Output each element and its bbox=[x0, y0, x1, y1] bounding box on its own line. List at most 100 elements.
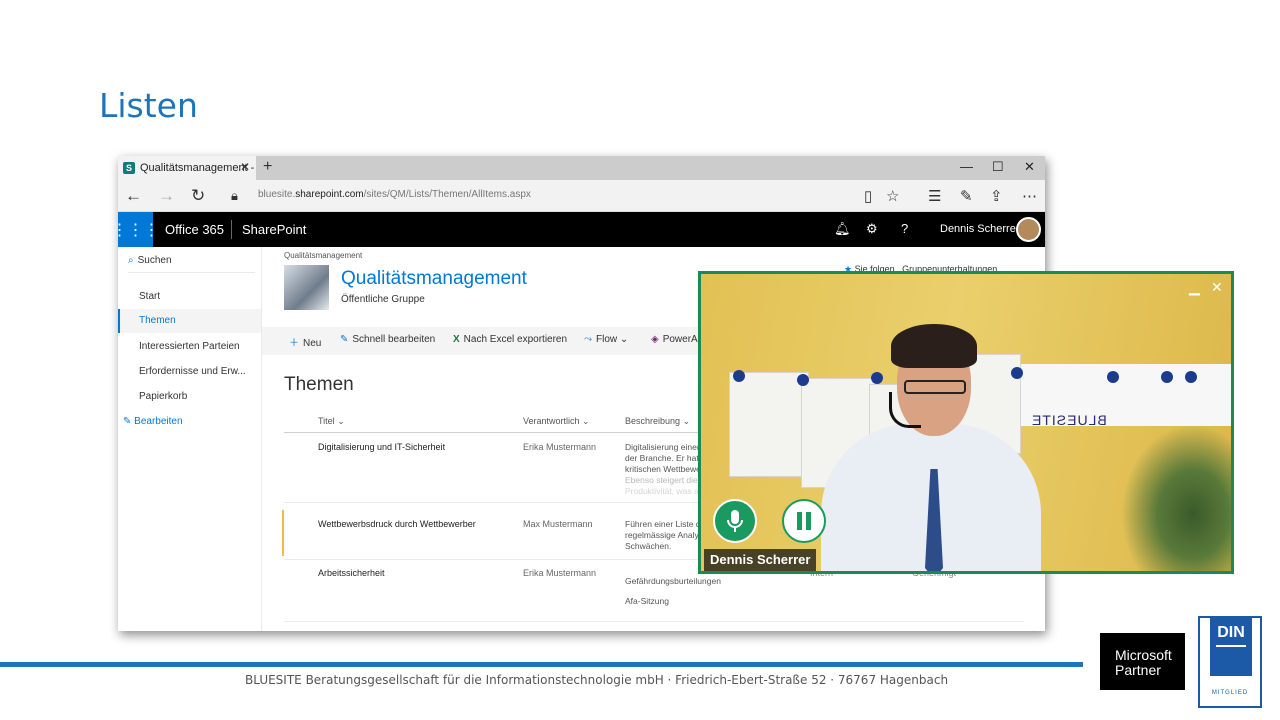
list-title: Themen bbox=[284, 374, 354, 395]
magnet-pin bbox=[733, 370, 745, 382]
office365-title[interactable]: Office 365 bbox=[165, 222, 224, 237]
sign-text: BLUESITE bbox=[1031, 412, 1107, 428]
browser-tab[interactable]: S Qualitätsmanagement - ✕ bbox=[118, 156, 256, 180]
site-title[interactable]: Qualitätsmanagement bbox=[341, 268, 527, 290]
maximize-button[interactable]: ☐ bbox=[992, 159, 1004, 175]
flow-icon: ⤳ bbox=[584, 334, 592, 345]
microsoft-partner-logo: Microsoft Partner bbox=[1100, 633, 1185, 690]
footer-line bbox=[0, 662, 1083, 667]
office365-bar: ⋮⋮⋮ Office 365 SharePoint 🔔︎ ⚙ ? Dennis … bbox=[118, 212, 1045, 247]
new-button[interactable]: ＋ Neu bbox=[289, 334, 321, 349]
lock-icon: 🔒︎ bbox=[231, 188, 238, 203]
row-selection-marker bbox=[282, 510, 284, 556]
share-icon[interactable]: ⇪ bbox=[990, 187, 1003, 205]
tab-bar: S Qualitätsmanagement - ✕ + — ☐ ✕ bbox=[118, 156, 1045, 180]
tab-title: Qualitätsmanagement - bbox=[140, 162, 255, 174]
nav-item-erfordernisse[interactable]: Erfordernisse und Erw... bbox=[139, 366, 246, 377]
flow-button[interactable]: ⤳ Flow ⌄ bbox=[584, 334, 628, 345]
plus-icon: ＋ bbox=[289, 338, 299, 349]
row-2-description: Führen einer Liste d regelmässige Analys… bbox=[625, 519, 703, 551]
reading-view-icon[interactable]: ▯ bbox=[864, 187, 872, 205]
help-icon[interactable]: ? bbox=[901, 221, 908, 236]
minimize-video-button[interactable]: ▁ bbox=[1189, 279, 1200, 296]
left-navigation: ⌕ Suchen Start Themen Interessierten Part… bbox=[118, 247, 262, 631]
search-icon: ⌕ bbox=[128, 255, 134, 266]
chevron-down-icon: ⌄ bbox=[682, 416, 691, 426]
row-1-description: Digitalisierung einer der Branche. Er ha… bbox=[625, 442, 701, 496]
row-2-title[interactable]: Wettbewerbsdruck durch Wettbewerber bbox=[318, 519, 476, 529]
notifications-icon[interactable]: 🔔︎ bbox=[834, 221, 851, 237]
participant-name: Dennis Scherrer bbox=[704, 549, 817, 571]
hub-icon[interactable]: ☰ bbox=[928, 187, 941, 205]
wall-paper bbox=[729, 372, 809, 477]
row-1-responsible: Erika Mustermann bbox=[523, 442, 597, 452]
powerapps-icon: ◈ bbox=[651, 334, 659, 345]
quick-edit-button[interactable]: ✎ Schnell bearbeiten bbox=[340, 334, 435, 345]
close-window-button[interactable]: ✕ bbox=[1024, 159, 1035, 175]
nav-item-papierkorb[interactable]: Papierkorb bbox=[139, 391, 187, 402]
column-header-verantwortlich[interactable]: Verantwortlich ⌄ bbox=[523, 416, 590, 427]
bar-divider bbox=[231, 220, 232, 239]
video-call-window[interactable]: BLUESITE ▁ ✕ Dennis Scherrer bbox=[698, 271, 1234, 574]
row-2-responsible: Max Mustermann bbox=[523, 519, 593, 529]
web-note-icon[interactable]: ✎ bbox=[960, 187, 973, 205]
pencil-icon: ✎ bbox=[340, 334, 349, 345]
powerapps-button[interactable]: ◈ PowerA bbox=[651, 334, 698, 345]
chevron-down-icon: ⌄ bbox=[337, 416, 345, 426]
din-member-logo: DIN MITGLIED bbox=[1198, 616, 1262, 708]
microphone-icon bbox=[727, 510, 743, 532]
nav-item-start[interactable]: Start bbox=[139, 291, 160, 302]
pencil-icon: ✎ bbox=[123, 416, 135, 427]
new-tab-button[interactable]: + bbox=[263, 158, 272, 176]
site-subtitle: Öffentliche Gruppe bbox=[341, 294, 425, 305]
forward-button[interactable]: → bbox=[158, 186, 175, 206]
magnet-pin bbox=[871, 372, 883, 384]
slide-title: Listen bbox=[99, 86, 198, 125]
column-header-titel[interactable]: Titel ⌄ bbox=[318, 416, 345, 427]
breadcrumb[interactable]: Qualitätsmanagement bbox=[284, 251, 362, 260]
user-name[interactable]: Dennis Scherrer bbox=[940, 223, 1019, 235]
person-hair bbox=[891, 324, 977, 368]
chevron-down-icon: ⌄ bbox=[619, 334, 629, 345]
favorite-star-icon[interactable]: ☆ bbox=[886, 187, 899, 205]
magnet-pin bbox=[1107, 371, 1119, 383]
row-divider bbox=[284, 621, 1024, 622]
nav-edit-link[interactable]: ✎ Bearbeiten bbox=[123, 416, 183, 427]
chevron-down-icon: ⌄ bbox=[582, 416, 590, 426]
url-field[interactable]: bluesite.sharepoint.com/sites/QM/Lists/T… bbox=[258, 189, 531, 200]
magnet-pin bbox=[1011, 367, 1023, 379]
row-1-title[interactable]: Digitalisierung und IT-Sicherheit bbox=[318, 442, 445, 452]
address-bar: ← → ↻ 🔒︎ bluesite.sharepoint.com/sites/Q… bbox=[118, 180, 1045, 212]
row-3-responsible: Erika Mustermann bbox=[523, 568, 597, 578]
settings-gear-icon[interactable]: ⚙ bbox=[866, 221, 878, 237]
plant bbox=[1121, 424, 1231, 571]
sharepoint-icon: S bbox=[123, 162, 135, 174]
column-header-beschreibung[interactable]: Beschreibung ⌄ bbox=[625, 416, 690, 427]
site-logo bbox=[284, 265, 329, 310]
nav-item-parteien[interactable]: Interessierten Parteien bbox=[139, 341, 240, 352]
search-placeholder: Suchen bbox=[137, 255, 172, 266]
export-excel-button[interactable]: X Nach Excel exportieren bbox=[453, 334, 567, 345]
magnet-pin bbox=[1185, 371, 1197, 383]
footer-address: BLUESITE Beratungsgesellschaft für die I… bbox=[245, 673, 949, 687]
row-3-description: Gefährdungsburteilungen Afa-Sitzung bbox=[625, 576, 721, 606]
close-tab-icon[interactable]: ✕ bbox=[240, 160, 250, 174]
microphone-button[interactable] bbox=[713, 499, 757, 543]
magnet-pin bbox=[797, 374, 809, 386]
sharepoint-title[interactable]: SharePoint bbox=[242, 222, 306, 237]
row-3-title[interactable]: Arbeitssicherheit bbox=[318, 568, 385, 578]
search-box[interactable]: ⌕ Suchen bbox=[128, 255, 255, 273]
back-button[interactable]: ← bbox=[125, 186, 142, 206]
pause-icon bbox=[797, 512, 811, 530]
minimize-button[interactable]: — bbox=[960, 159, 973, 174]
close-video-button[interactable]: ✕ bbox=[1211, 279, 1223, 296]
app-launcher-icon[interactable]: ⋮⋮⋮ bbox=[118, 212, 160, 247]
presentation-slide: Listen S Qualitätsmanagement - ✕ + — ☐ ✕… bbox=[0, 0, 1280, 720]
nav-item-themen[interactable]: Themen bbox=[118, 309, 261, 333]
magnet-pin bbox=[1161, 371, 1173, 383]
pause-button[interactable] bbox=[782, 499, 826, 543]
excel-icon: X bbox=[453, 334, 460, 345]
avatar[interactable] bbox=[1016, 217, 1041, 242]
more-icon[interactable]: ⋯ bbox=[1022, 187, 1037, 205]
refresh-button[interactable]: ↻ bbox=[191, 186, 205, 206]
